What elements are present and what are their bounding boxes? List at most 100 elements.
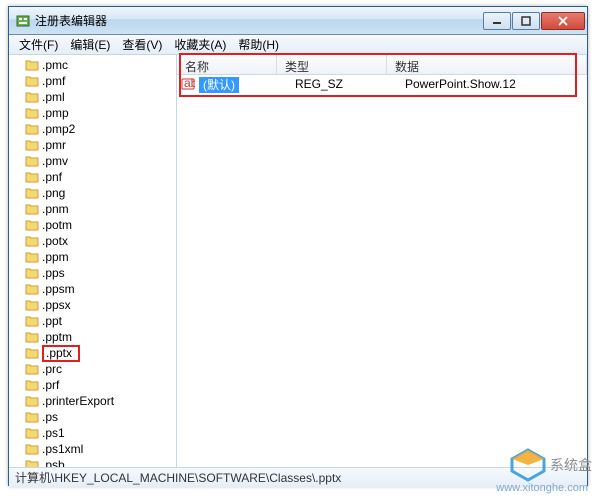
- value-name: (默认): [199, 76, 291, 93]
- tree-item-label: .pptm: [42, 330, 72, 344]
- tree-item-label: .ps1xml: [42, 442, 83, 456]
- folder-icon: [25, 219, 39, 231]
- folder-icon: [25, 59, 39, 71]
- content-area: .pmc .pmf .pml .pmp .pmp2 .pmr .pmv .pnf.png.pn…: [9, 55, 587, 467]
- value-type: REG_SZ: [291, 77, 401, 91]
- tree-item-label: .pmp2: [42, 122, 75, 136]
- tree-item[interactable]: .ps: [9, 409, 176, 425]
- tree-item[interactable]: .pnf: [9, 169, 176, 185]
- tree-item-label: .pptx: [42, 345, 80, 362]
- tree-item-label: .pmv: [42, 154, 68, 168]
- tree-item-label: .pmc: [42, 58, 68, 72]
- tree-item[interactable]: .pmc: [9, 57, 176, 73]
- column-type[interactable]: 类型: [277, 55, 387, 74]
- watermark-url: www.xitonghe.com: [496, 482, 588, 494]
- tree-item[interactable]: .ppm: [9, 249, 176, 265]
- column-name[interactable]: 名称: [177, 55, 277, 74]
- tree-item[interactable]: .ps1xml: [9, 441, 176, 457]
- tree-item[interactable]: .pml: [9, 89, 176, 105]
- tree-item-label: .ps1: [42, 426, 65, 440]
- menu-edit[interactable]: 编辑(E): [64, 34, 116, 55]
- folder-icon: [25, 91, 39, 103]
- tree-item[interactable]: .pmv: [9, 153, 176, 169]
- tree-item-label: .pml: [42, 90, 65, 104]
- tree-item[interactable]: .pnm: [9, 201, 176, 217]
- tree-item[interactable]: .psb: [9, 457, 176, 467]
- tree-item-label: .pnf: [42, 170, 62, 184]
- folder-icon: [25, 155, 39, 167]
- tree-item-label: .printerExport: [42, 394, 114, 408]
- folder-icon: [25, 203, 39, 215]
- tree-item-label: .pps: [42, 266, 65, 280]
- tree-item-label: .pmr: [42, 138, 66, 152]
- tree-item-label: .pmf: [42, 74, 65, 88]
- folder-icon: [25, 443, 39, 455]
- minimize-button[interactable]: [483, 12, 511, 30]
- menu-file[interactable]: 文件(F): [13, 34, 64, 55]
- tree-item-label: .ppm: [42, 250, 69, 264]
- tree-item[interactable]: .ppsm: [9, 281, 176, 297]
- value-data: PowerPoint.Show.12: [401, 77, 587, 91]
- tree-item[interactable]: .prf: [9, 377, 176, 393]
- folder-icon: [25, 171, 39, 183]
- registry-tree[interactable]: .pmc .pmf .pml .pmp .pmp2 .pmr .pmv .pnf.png.pn…: [9, 55, 177, 467]
- tree-item[interactable]: .prc: [9, 361, 176, 377]
- tree-item[interactable]: .printerExport: [9, 393, 176, 409]
- list-row[interactable]: ab (默认) REG_SZ PowerPoint.Show.12: [177, 75, 587, 93]
- folder-icon: [25, 395, 39, 407]
- maximize-button[interactable]: [512, 12, 540, 30]
- tree-item-label: .ppsx: [42, 298, 71, 312]
- titlebar[interactable]: 注册表编辑器: [9, 7, 587, 35]
- folder-icon: [25, 283, 39, 295]
- tree-item[interactable]: .potm: [9, 217, 176, 233]
- status-path: 计算机\HKEY_LOCAL_MACHINE\SOFTWARE\Classes\…: [15, 469, 341, 486]
- menu-view[interactable]: 查看(V): [116, 34, 168, 55]
- tree-item[interactable]: .ps1: [9, 425, 176, 441]
- folder-icon: [25, 347, 39, 359]
- folder-icon: [25, 187, 39, 199]
- folder-icon: [25, 75, 39, 87]
- window-controls: [483, 12, 585, 30]
- tree-item-label: .ppt: [42, 314, 62, 328]
- tree-item-label: .pmp: [42, 106, 69, 120]
- tree-item[interactable]: .pptm: [9, 329, 176, 345]
- folder-icon: [25, 459, 39, 467]
- app-icon: [15, 13, 31, 29]
- folder-icon: [25, 379, 39, 391]
- folder-icon: [25, 411, 39, 423]
- string-value-icon: ab: [181, 77, 195, 91]
- tree-item-label: .potx: [42, 234, 68, 248]
- folder-icon: [25, 251, 39, 263]
- tree-item[interactable]: .pmr: [9, 137, 176, 153]
- menubar: 文件(F) 编辑(E) 查看(V) 收藏夹(A) 帮助(H): [9, 35, 587, 55]
- values-list: 名称 类型 数据 ab (默认) REG_SZ PowerPoint.Show.…: [177, 55, 587, 467]
- registry-editor-window: 注册表编辑器 文件(F) 编辑(E) 查看(V) 收藏夹(A) 帮助(H) .p…: [8, 6, 588, 486]
- tree-item[interactable]: .ppsx: [9, 297, 176, 313]
- folder-icon: [25, 363, 39, 375]
- svg-text:ab: ab: [184, 77, 195, 90]
- column-data[interactable]: 数据: [387, 55, 587, 74]
- tree-item-label: .prf: [42, 378, 59, 392]
- folder-icon: [25, 139, 39, 151]
- tree-item[interactable]: .pps: [9, 265, 176, 281]
- tree-item[interactable]: .pptx: [9, 345, 176, 361]
- tree-item[interactable]: .pmf: [9, 73, 176, 89]
- tree-item[interactable]: .ppt: [9, 313, 176, 329]
- menu-help[interactable]: 帮助(H): [232, 34, 285, 55]
- tree-item[interactable]: .pmp: [9, 105, 176, 121]
- tree-item-label: .pnm: [42, 202, 69, 216]
- tree-item-label: .ps: [42, 410, 58, 424]
- folder-icon: [25, 427, 39, 439]
- tree-item[interactable]: .potx: [9, 233, 176, 249]
- folder-icon: [25, 315, 39, 327]
- tree-item[interactable]: .pmp2: [9, 121, 176, 137]
- folder-icon: [25, 331, 39, 343]
- menu-favorites[interactable]: 收藏夹(A): [168, 34, 232, 55]
- tree-item[interactable]: .png: [9, 185, 176, 201]
- close-button[interactable]: [541, 12, 585, 30]
- tree-item-label: .prc: [42, 362, 62, 376]
- folder-icon: [25, 107, 39, 119]
- list-body[interactable]: ab (默认) REG_SZ PowerPoint.Show.12: [177, 75, 587, 467]
- tree-item-label: .ppsm: [42, 282, 75, 296]
- folder-icon: [25, 299, 39, 311]
